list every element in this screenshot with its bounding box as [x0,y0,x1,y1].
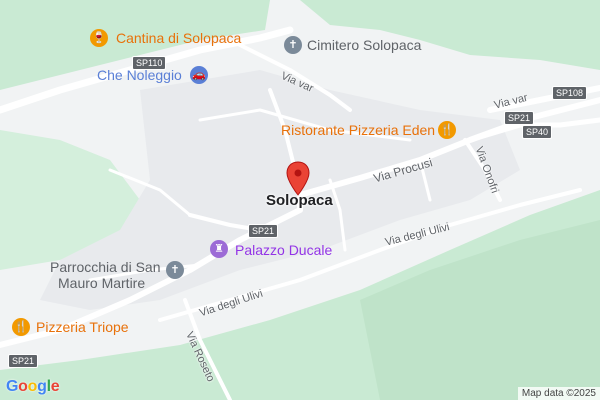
poi-label-cimitero[interactable]: Cimitero Solopaca [307,37,421,53]
road-shield-sp110: SP110 [132,56,167,70]
landmark-icon[interactable]: ♜ [210,240,228,258]
cemetery-icon[interactable]: ✝ [284,36,302,54]
road-shield-sp21-west: SP21 [8,354,39,368]
google-logo[interactable]: Google [6,378,60,396]
pizza-icon[interactable]: 🍴 [12,318,30,336]
town-label: Solopaca [266,192,333,209]
car-rental-icon[interactable]: 🚗 [190,66,208,84]
poi-label-parrocchia-2[interactable]: Mauro Martire [58,275,145,291]
road-shield-sp21-center: SP21 [248,224,279,238]
road-shield-sp21-east: SP21 [504,111,535,125]
church-icon[interactable]: ✝ [166,261,184,279]
poi-label-parrocchia-1[interactable]: Parrocchia di San [50,259,161,275]
road-shield-sp108: SP108 [552,86,588,100]
restaurant-icon[interactable]: 🍴 [438,121,456,139]
poi-label-cantina[interactable]: Cantina di Solopaca [116,30,241,46]
poi-label-pizzeria[interactable]: Pizzeria Triope [36,319,129,335]
map-attribution[interactable]: Map data ©2025 [517,387,600,400]
road-shield-sp40: SP40 [522,125,553,139]
poi-label-palazzo[interactable]: Palazzo Ducale [235,242,332,258]
wine-glass-icon[interactable]: 🍷 [90,29,108,47]
poi-label-ristorante[interactable]: Ristorante Pizzeria Eden [281,122,435,138]
